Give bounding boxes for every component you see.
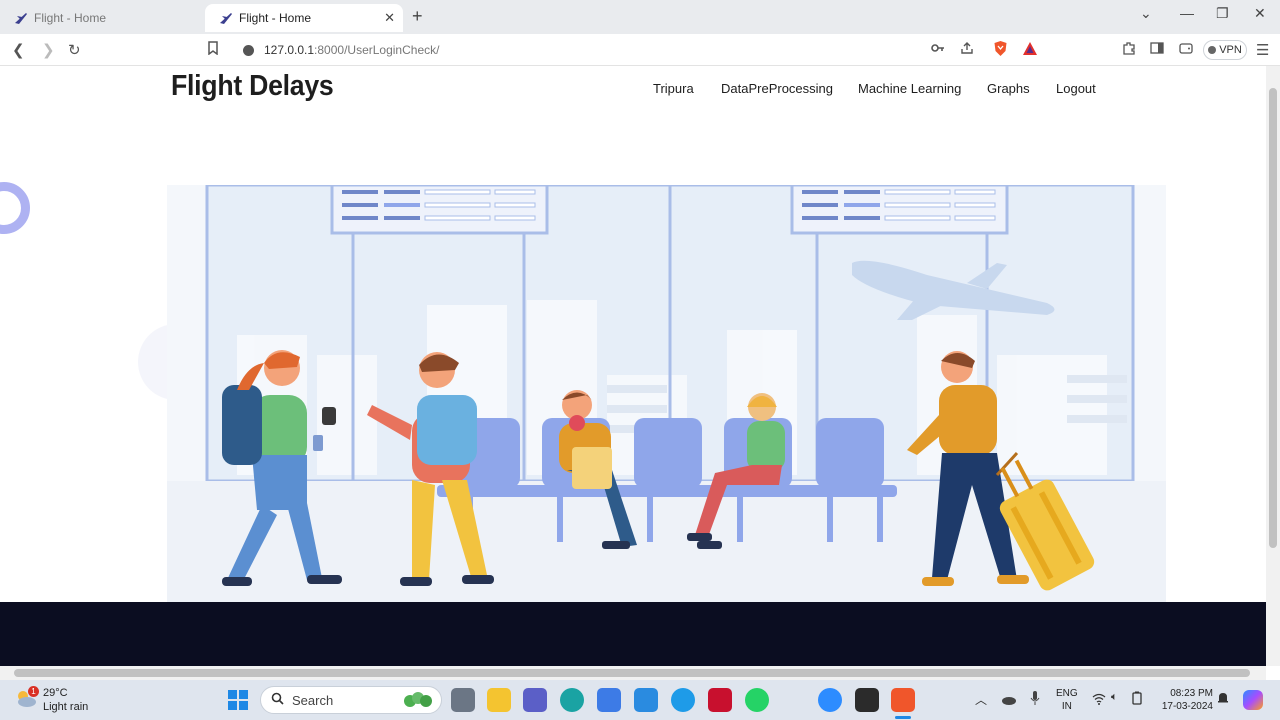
vertical-scroll-thumb[interactable] [1269,88,1277,548]
page-footer [0,602,1266,666]
vpn-status-icon [1208,46,1217,54]
url-host: 127.0.0.1 [264,43,315,57]
horizontal-scroll-thumb[interactable] [14,669,1250,677]
file-explorer-icon[interactable] [487,688,511,712]
mcafee-icon[interactable] [708,688,732,712]
nav-tripura[interactable]: Tripura [653,81,694,96]
close-window-icon[interactable]: ✕ [1254,5,1266,22]
weather-temperature[interactable]: 29°C [43,687,68,699]
terminal-icon[interactable] [855,688,879,712]
nav-machine-learning[interactable]: Machine Learning [858,81,961,96]
task-view-icon[interactable] [451,688,475,712]
clock[interactable]: 08:23 PM 17-03-2024 [1155,687,1213,713]
wifi-icon[interactable] [1092,692,1106,710]
brave-rewards-icon[interactable] [1022,41,1038,60]
copilot-icon[interactable] [1243,690,1263,710]
whatsapp-icon[interactable] [745,688,769,712]
nav-graphs[interactable]: Graphs [987,81,1030,96]
plane-favicon-icon [219,11,233,25]
volume-icon[interactable]: 🔈︎ [1111,691,1118,704]
menu-icon[interactable]: ☰ [1256,41,1269,59]
share-icon[interactable] [960,41,974,59]
weather-description[interactable]: Light rain [43,701,88,713]
tab-title: Flight - Home [239,11,312,25]
decorative-ring [0,182,30,234]
windows-start-icon[interactable] [228,690,248,715]
close-tab-icon[interactable]: ✕ [384,10,395,26]
help-icon[interactable] [671,688,695,712]
forward-icon[interactable]: ❯ [42,41,55,59]
wallet-icon[interactable] [1179,41,1193,58]
horizontal-scrollbar[interactable] [0,666,1266,680]
url-path: :8000/UserLoginCheck/ [314,43,440,57]
show-hidden-icons-chevron-icon[interactable]: ︿ [975,691,987,708]
weather-badge: 1 [28,686,39,697]
tab-title: Flight - Home [34,11,107,25]
region-code: IN [1061,701,1072,712]
language-code: ENG [1056,688,1078,699]
edge-icon[interactable] [560,688,584,712]
key-icon[interactable] [931,41,945,59]
tab-search-chevron-icon[interactable]: ⌄ [1140,5,1152,22]
nav-datapreprocessing[interactable]: DataPreProcessing [721,81,833,96]
onedrive-cloud-icon[interactable] [1001,692,1017,710]
taskbar-search[interactable]: Search [260,686,442,714]
tab-inactive[interactable]: Flight - Home [0,4,200,32]
input-language[interactable]: ENG IN [1056,687,1078,713]
teams-icon[interactable] [523,688,547,712]
search-icon [271,692,284,708]
new-tab-icon[interactable]: + [412,6,423,27]
bookmark-icon[interactable] [207,41,219,59]
minimize-icon[interactable]: — [1180,5,1194,21]
search-placeholder: Search [292,692,334,708]
vertical-scrollbar[interactable] [1266,66,1280,666]
tab-active[interactable]: Flight - Home ✕ [205,4,403,32]
shamrock-search-highlight-icon [401,691,435,714]
back-icon[interactable]: ❮ [12,41,25,59]
battery-icon[interactable] [1130,691,1144,710]
clock-time: 08:23 PM [1170,688,1213,699]
plane-favicon-icon [14,11,28,25]
hp-app-icon[interactable] [634,688,658,712]
browser-toolbar: ❮ ❯ ↻ 127.0.0.1:8000/UserLoginCheck/ VPN… [0,34,1280,66]
brave-shields-icon[interactable] [993,40,1008,61]
active-app-indicator [895,716,911,719]
sidebar-icon[interactable] [1150,41,1164,58]
microphone-icon[interactable] [1030,690,1040,711]
nav-logout[interactable]: Logout [1056,81,1096,96]
brave-browser-icon[interactable] [891,688,915,712]
clock-date: 17-03-2024 [1161,701,1213,712]
store-icon[interactable] [597,688,621,712]
web-page: Flight Delays Tripura DataPreProcessing … [0,66,1266,666]
reload-icon[interactable]: ↻ [68,41,81,59]
site-info-icon[interactable] [243,44,254,56]
vpn-button[interactable]: VPN [1203,40,1247,60]
airport-waiting-illustration [167,185,1166,602]
extensions-icon[interactable] [1122,41,1136,59]
vpn-label: VPN [1219,44,1242,56]
windows-taskbar: 1 29°C Light rain Search ︿ ENG IN 🔈︎ 08:… [0,680,1280,720]
address-bar[interactable]: 127.0.0.1:8000/UserLoginCheck/ [234,37,1044,63]
notifications-bell-icon[interactable] [1217,691,1229,710]
tab-strip: Flight - Home Flight - Home ✕ + ⌄ — ❐ ✕ [0,0,1280,34]
site-brand[interactable]: Flight Delays [171,70,334,103]
url-text: 127.0.0.1:8000/UserLoginCheck/ [264,43,439,57]
zoom-icon[interactable] [818,688,842,712]
restore-icon[interactable]: ❐ [1216,5,1229,22]
